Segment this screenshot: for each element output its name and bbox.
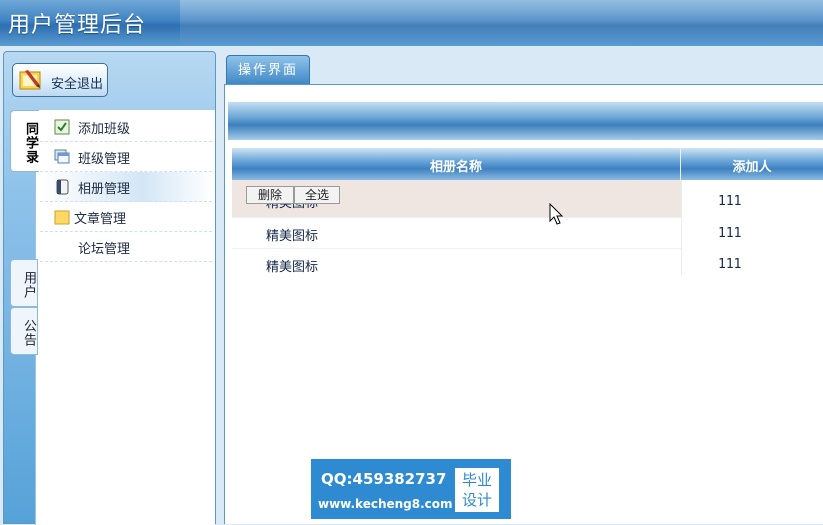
column-header-adder[interactable]: 添加人 [681,156,823,175]
app-title: 用户管理后台 [8,13,147,38]
column-divider [681,180,682,275]
table-row[interactable]: 精美图标 111 [232,218,741,249]
album-name-cell: 精美图标 [266,229,319,244]
window-stack-icon [54,149,70,164]
watermark: QQ:459382737 www.kecheng8.com 毕业 设计 [311,459,511,519]
tab-operation[interactable]: 操作界面 [226,55,310,85]
column-header-album-name[interactable]: 相册名称 [232,156,680,175]
sidebar-item-article-manage[interactable]: 文章管理 [40,202,212,232]
folder-icon [54,210,70,225]
app-header: 用户管理后台 [0,0,823,46]
delete-button[interactable]: 删除 [246,186,294,204]
logout-button[interactable]: 安全退出 [12,63,108,97]
sidebar: 安全退出 同学录 用户 公告 添加班级 班级管理 相册管理 文章管理 论坛管理 [3,51,216,525]
header-sheen [180,0,823,46]
adder-cell: 111 [718,226,742,241]
watermark-url: www.kecheng8.com [318,497,453,511]
checkbox-icon [54,119,70,135]
pencil-paper-icon [19,70,41,90]
logout-label: 安全退出 [51,77,104,92]
tab-classmates[interactable]: 同学录 [10,110,39,172]
table-row[interactable]: 精美图标 111 [232,249,741,280]
sidebar-item-label: 论坛管理 [78,242,131,257]
sidebar-item-label: 相册管理 [78,182,131,197]
watermark-badge-line: 设计 [461,491,492,509]
tab-notices[interactable]: 公告 [10,307,38,355]
content-banner [228,102,823,140]
sidebar-item-label: 文章管理 [74,212,127,227]
sidebar-item-label: 添加班级 [78,122,131,137]
watermark-badge-line: 毕业 [461,471,492,489]
sidebar-item-album-manage[interactable]: 相册管理 [40,172,212,202]
sidebar-item-add-class[interactable]: 添加班级 [40,112,212,142]
adder-cell: 111 [718,257,742,272]
sidebar-item-class-manage[interactable]: 班级管理 [40,142,212,172]
watermark-qq: QQ:459382737 [321,470,447,488]
sidebar-item-label: 班级管理 [78,152,131,167]
sidebar-item-forum-manage[interactable]: 论坛管理 [40,232,212,262]
album-icon [56,179,69,195]
adder-cell: 111 [718,194,742,209]
select-all-button[interactable]: 全选 [294,186,340,204]
album-name-cell: 精美图标 [266,260,319,275]
tab-users[interactable]: 用户 [10,259,38,307]
watermark-badge: 毕业 设计 [455,468,499,512]
table-header: 相册名称 添加人 [232,148,823,180]
mouse-pointer-icon [549,203,564,225]
